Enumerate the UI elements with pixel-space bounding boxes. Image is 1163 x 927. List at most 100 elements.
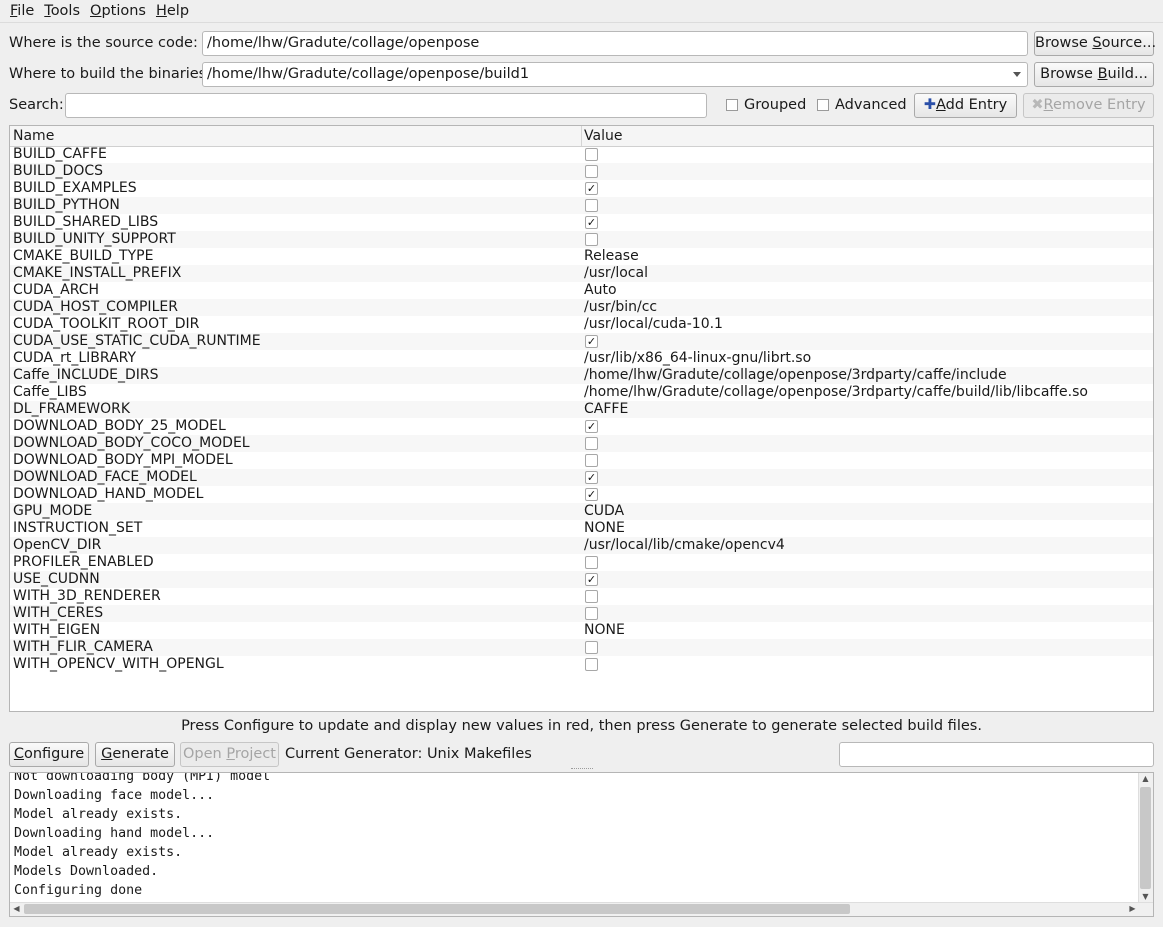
table-row[interactable]: CUDA_rt_LIBRARY/usr/lib/x86_64-linux-gnu…: [10, 350, 1153, 367]
table-row[interactable]: CMAKE_BUILD_TYPE Release: [10, 248, 1153, 265]
entry-value-checkbox[interactable]: ✓: [585, 216, 598, 229]
table-row[interactable]: CUDA_TOOLKIT_ROOT_DIR/usr/local/cuda-10.…: [10, 316, 1153, 333]
table-row[interactable]: CUDA_ARCH Auto: [10, 282, 1153, 299]
log-line: Model already exists.: [14, 845, 183, 860]
entry-value-checkbox[interactable]: ✓: [585, 182, 598, 195]
scroll-left-icon[interactable]: ◀: [10, 903, 23, 915]
table-row[interactable]: BUILD_PYTHON: [10, 197, 1153, 214]
table-row[interactable]: GPU_MODE CUDA: [10, 503, 1153, 520]
entry-value-checkbox[interactable]: ✓: [585, 573, 598, 586]
entry-value[interactable]: /usr/bin/cc: [584, 299, 657, 316]
scroll-up-icon[interactable]: ▲: [1139, 773, 1152, 785]
column-separator[interactable]: [581, 126, 582, 146]
menu-options[interactable]: Options: [85, 0, 151, 22]
entry-value-checkbox[interactable]: ✓: [585, 488, 598, 501]
browse-build-button[interactable]: Browse Build...: [1034, 62, 1154, 87]
entry-value[interactable]: /home/lhw/Gradute/collage/openpose/3rdpa…: [584, 384, 1088, 401]
entry-value-checkbox[interactable]: [585, 199, 598, 212]
entry-value-checkbox[interactable]: [585, 437, 598, 450]
table-row[interactable]: BUILD_UNITY_SUPPORT: [10, 231, 1153, 248]
entry-value-checkbox[interactable]: [585, 607, 598, 620]
table-row[interactable]: CMAKE_INSTALL_PREFIX/usr/local: [10, 265, 1153, 282]
build-path-combo[interactable]: /home/lhw/Gradute/collage/openpose/build…: [202, 62, 1028, 87]
entry-value[interactable]: CUDA: [584, 503, 624, 520]
table-row[interactable]: DL_FRAMEWORK CAFFE: [10, 401, 1153, 418]
entry-name: CUDA_rt_LIBRARY: [13, 350, 137, 366]
add-entry-button[interactable]: ✚Add Entry: [914, 93, 1017, 118]
vertical-scroll-thumb[interactable]: [1140, 787, 1151, 889]
entry-value[interactable]: /usr/local/lib/cmake/opencv4: [584, 537, 785, 554]
vertical-scrollbar[interactable]: ▲ ▼: [1138, 773, 1153, 903]
column-header-value[interactable]: Value: [584, 126, 622, 146]
table-row[interactable]: DOWNLOAD_BODY_25_MODEL ✓: [10, 418, 1153, 435]
entry-value-checkbox[interactable]: [585, 658, 598, 671]
scroll-right-icon[interactable]: ▶: [1126, 903, 1139, 915]
browse-source-button[interactable]: Browse Source...: [1034, 31, 1156, 56]
entry-value-checkbox[interactable]: [585, 556, 598, 569]
table-row[interactable]: WITH_CERES: [10, 605, 1153, 622]
cache-table[interactable]: Name Value BUILD_CAFFE BUILD_DOCS BUILD_EX…: [9, 125, 1154, 712]
table-row[interactable]: DOWNLOAD_BODY_COCO_MODEL: [10, 435, 1153, 452]
entry-value-checkbox[interactable]: [585, 165, 598, 178]
table-row[interactable]: CUDA_USE_STATIC_CUDA_RUNTIME ✓: [10, 333, 1153, 350]
open-project-button[interactable]: Open Project: [180, 742, 279, 767]
entry-value[interactable]: /usr/lib/x86_64-linux-gnu/librt.so: [584, 350, 811, 367]
entry-value[interactable]: /usr/local/cuda-10.1: [584, 316, 723, 333]
table-row[interactable]: DOWNLOAD_BODY_MPI_MODEL: [10, 452, 1153, 469]
remove-entry-button[interactable]: ✖Remove Entry: [1023, 93, 1154, 118]
entry-value[interactable]: NONE: [584, 520, 625, 537]
table-row[interactable]: BUILD_CAFFE: [10, 146, 1153, 163]
menu-help[interactable]: Help: [151, 0, 194, 22]
source-path-input[interactable]: /home/lhw/Gradute/collage/openpose: [202, 31, 1028, 56]
entry-name: BUILD_DOCS: [13, 163, 104, 179]
horizontal-scrollbar[interactable]: ◀ ▶: [10, 902, 1153, 916]
configure-hint: Press Configure to update and display ne…: [181, 718, 982, 734]
table-row[interactable]: Caffe_INCLUDE_DIRS/home/lhw/Gradute/coll…: [10, 367, 1153, 384]
configure-button[interactable]: Configure: [9, 742, 89, 767]
table-row[interactable]: WITH_FLIR_CAMERA: [10, 639, 1153, 656]
splitter-handle[interactable]: [571, 768, 593, 771]
table-row[interactable]: INSTRUCTION_SET NONE: [10, 520, 1153, 537]
table-row[interactable]: WITH_3D_RENDERER: [10, 588, 1153, 605]
advanced-checkbox[interactable]: [817, 99, 829, 111]
entry-name: CUDA_USE_STATIC_CUDA_RUNTIME: [13, 333, 261, 349]
output-filter-input[interactable]: [839, 742, 1154, 767]
table-row[interactable]: DOWNLOAD_HAND_MODEL ✓: [10, 486, 1153, 503]
output-log[interactable]: Not downloading body (MPI) model Download…: [9, 772, 1154, 917]
table-row[interactable]: PROFILER_ENABLED: [10, 554, 1153, 571]
entry-value[interactable]: Auto: [584, 282, 617, 299]
column-header-name[interactable]: Name: [13, 126, 54, 146]
entry-value[interactable]: NONE: [584, 622, 625, 639]
table-row[interactable]: BUILD_DOCS: [10, 163, 1153, 180]
grouped-checkbox[interactable]: [726, 99, 738, 111]
table-row[interactable]: Caffe_LIBS/home/lhw/Gradute/collage/open…: [10, 384, 1153, 401]
entry-value[interactable]: /home/lhw/Gradute/collage/openpose/3rdpa…: [584, 367, 1007, 384]
entry-value[interactable]: Release: [584, 248, 639, 265]
entry-value-checkbox[interactable]: [585, 590, 598, 603]
entry-value-checkbox[interactable]: [585, 148, 598, 161]
generate-button[interactable]: Generate: [95, 742, 175, 767]
table-row[interactable]: CUDA_HOST_COMPILER/usr/bin/cc: [10, 299, 1153, 316]
chevron-down-icon[interactable]: [1013, 72, 1021, 77]
table-row[interactable]: WITH_OPENCV_WITH_OPENGL: [10, 656, 1153, 673]
table-row[interactable]: BUILD_SHARED_LIBS ✓: [10, 214, 1153, 231]
menu-file[interactable]: File: [0, 0, 39, 22]
menu-tools[interactable]: Tools: [39, 0, 85, 22]
entry-value-checkbox[interactable]: ✓: [585, 335, 598, 348]
entry-name: WITH_EIGEN: [13, 622, 101, 638]
entry-name: WITH_CERES: [13, 605, 104, 621]
entry-value[interactable]: /usr/local: [584, 265, 648, 282]
entry-value[interactable]: CAFFE: [584, 401, 628, 418]
horizontal-scroll-thumb[interactable]: [24, 904, 850, 914]
table-row[interactable]: BUILD_EXAMPLES ✓: [10, 180, 1153, 197]
entry-value-checkbox[interactable]: [585, 454, 598, 467]
table-row[interactable]: WITH_EIGEN NONE: [10, 622, 1153, 639]
entry-value-checkbox[interactable]: ✓: [585, 420, 598, 433]
entry-value-checkbox[interactable]: ✓: [585, 471, 598, 484]
entry-value-checkbox[interactable]: [585, 641, 598, 654]
table-row[interactable]: DOWNLOAD_FACE_MODEL ✓: [10, 469, 1153, 486]
entry-value-checkbox[interactable]: [585, 233, 598, 246]
table-row[interactable]: USE_CUDNN ✓: [10, 571, 1153, 588]
table-row[interactable]: OpenCV_DIR/usr/local/lib/cmake/opencv4: [10, 537, 1153, 554]
search-input[interactable]: [65, 93, 707, 118]
